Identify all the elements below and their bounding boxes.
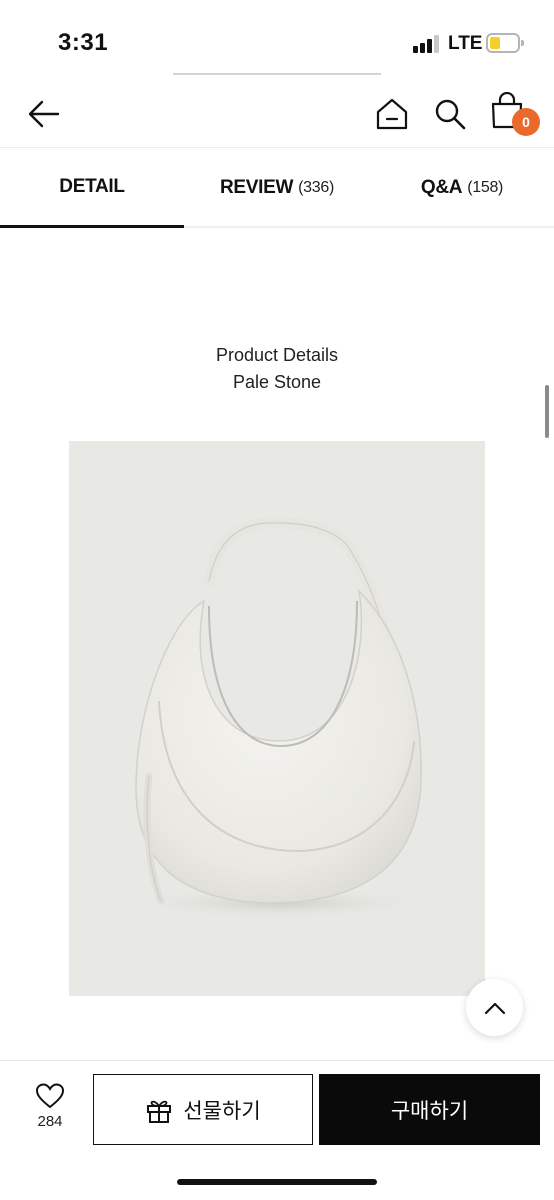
gift-button-label: 선물하기 (183, 1099, 261, 1123)
buy-button-label: 구매하기 (390, 1099, 469, 1123)
search-icon (435, 99, 466, 130)
top-navigation: 0 (0, 80, 554, 148)
product-tabs: DETAIL REVIEW (336) Q&A (158) (0, 148, 554, 228)
scroll-indicator[interactable] (545, 385, 549, 438)
heart-icon (36, 1083, 64, 1109)
detail-title-line1: Product Details (215, 345, 339, 365)
status-time: 3:31 (58, 29, 109, 56)
like-count: 284 (37, 1113, 63, 1130)
scroll-to-top-button[interactable] (466, 979, 523, 1036)
detail-title-line2: Pale Stone (232, 372, 322, 392)
chevron-up-icon (484, 1002, 505, 1014)
product-image (69, 441, 485, 996)
tab-qa-label: Q&A (420, 177, 463, 198)
gift-icon (147, 1100, 172, 1123)
tab-review-label: REVIEW (219, 177, 294, 198)
tab-review[interactable]: REVIEW (336) (184, 148, 370, 228)
tab-qa[interactable]: Q&A (158) (370, 148, 554, 228)
cart-button[interactable]: 0 (486, 90, 542, 138)
home-indicator[interactable] (177, 1179, 377, 1185)
cart-count-badge: 0 (512, 108, 540, 136)
battery-icon (486, 33, 524, 53)
product-detail-heading: Product Details Pale Stone (0, 342, 554, 396)
tab-review-count: (336) (298, 179, 334, 196)
search-button[interactable] (428, 92, 472, 136)
home-button[interactable] (370, 92, 414, 136)
arrow-left-icon (28, 100, 60, 128)
bag-illustration (69, 441, 485, 996)
back-button[interactable] (22, 92, 66, 136)
tab-detail[interactable]: DETAIL (0, 148, 184, 228)
buy-button[interactable]: 구매하기 (319, 1074, 540, 1145)
tab-qa-count: (158) (467, 179, 504, 196)
home-icon (376, 98, 408, 130)
gift-button[interactable]: 선물하기 (93, 1074, 313, 1145)
url-bar-indicator (173, 73, 381, 75)
like-button[interactable]: 284 (22, 1083, 78, 1147)
network-type: LTE (448, 33, 483, 54)
signal-strength-icon (413, 35, 441, 53)
tab-detail-label: DETAIL (59, 175, 125, 197)
status-bar: 3:31 LTE (0, 0, 554, 75)
